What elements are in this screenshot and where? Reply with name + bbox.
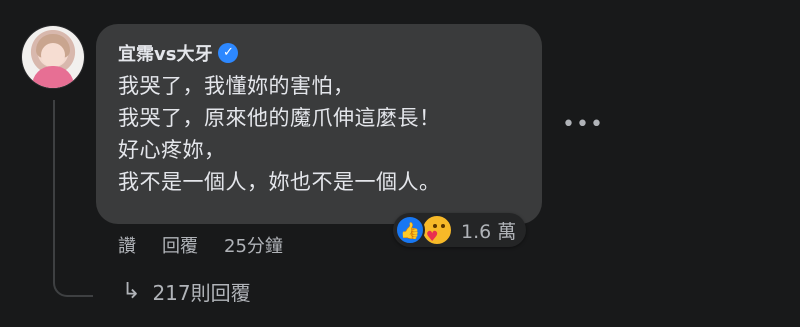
care-reaction-icon: ♥: [421, 214, 453, 246]
verified-badge-icon: ✓: [218, 43, 239, 63]
avatar[interactable]: [22, 26, 84, 88]
heart-icon: ♥: [426, 229, 439, 245]
comment-line: 我哭了，我懂妳的害怕，: [118, 74, 355, 98]
comment-bubble: 宜霈vs大牙 ✓ 我哭了，我懂妳的害怕， 我哭了，原來他的魔爪伸這麼長！ 好心疼…: [96, 24, 542, 224]
comment-text: 我哭了，我懂妳的害怕， 我哭了，原來他的魔爪伸這麼長！ 好心疼妳， 我不是一個人…: [118, 70, 542, 198]
like-button[interactable]: 讚: [118, 232, 136, 258]
avatar-face: [41, 43, 65, 67]
view-replies-link[interactable]: ↳ 217則回覆: [122, 277, 251, 306]
avatar-shirt: [32, 66, 74, 88]
comment-line: 我哭了，原來他的魔爪伸這麼長！: [118, 106, 441, 130]
more-options-icon[interactable]: •••: [562, 113, 603, 137]
reply-arrow-icon: ↳: [122, 279, 141, 304]
like-reaction-icon: 👍: [395, 215, 425, 245]
reply-thread-line: [53, 100, 93, 297]
comment-timestamp[interactable]: 25分鐘: [224, 232, 283, 258]
comment-header: 宜霈vs大牙 ✓: [118, 38, 542, 68]
replies-label: 217則回覆: [152, 281, 251, 305]
care-eye: [433, 224, 437, 228]
care-eye: [441, 224, 445, 228]
reaction-summary[interactable]: 👍 ♥ 1.6 萬: [393, 213, 527, 247]
comment-line: 我不是一個人，妳也不是一個人。: [118, 170, 441, 194]
reaction-count: 1.6 萬: [461, 220, 517, 243]
comment-actions: 讚 回覆 25分鐘: [118, 232, 283, 258]
reply-button[interactable]: 回覆: [162, 232, 198, 258]
comment-author[interactable]: 宜霈vs大牙: [118, 40, 212, 66]
comment-line: 好心疼妳，: [118, 138, 226, 162]
